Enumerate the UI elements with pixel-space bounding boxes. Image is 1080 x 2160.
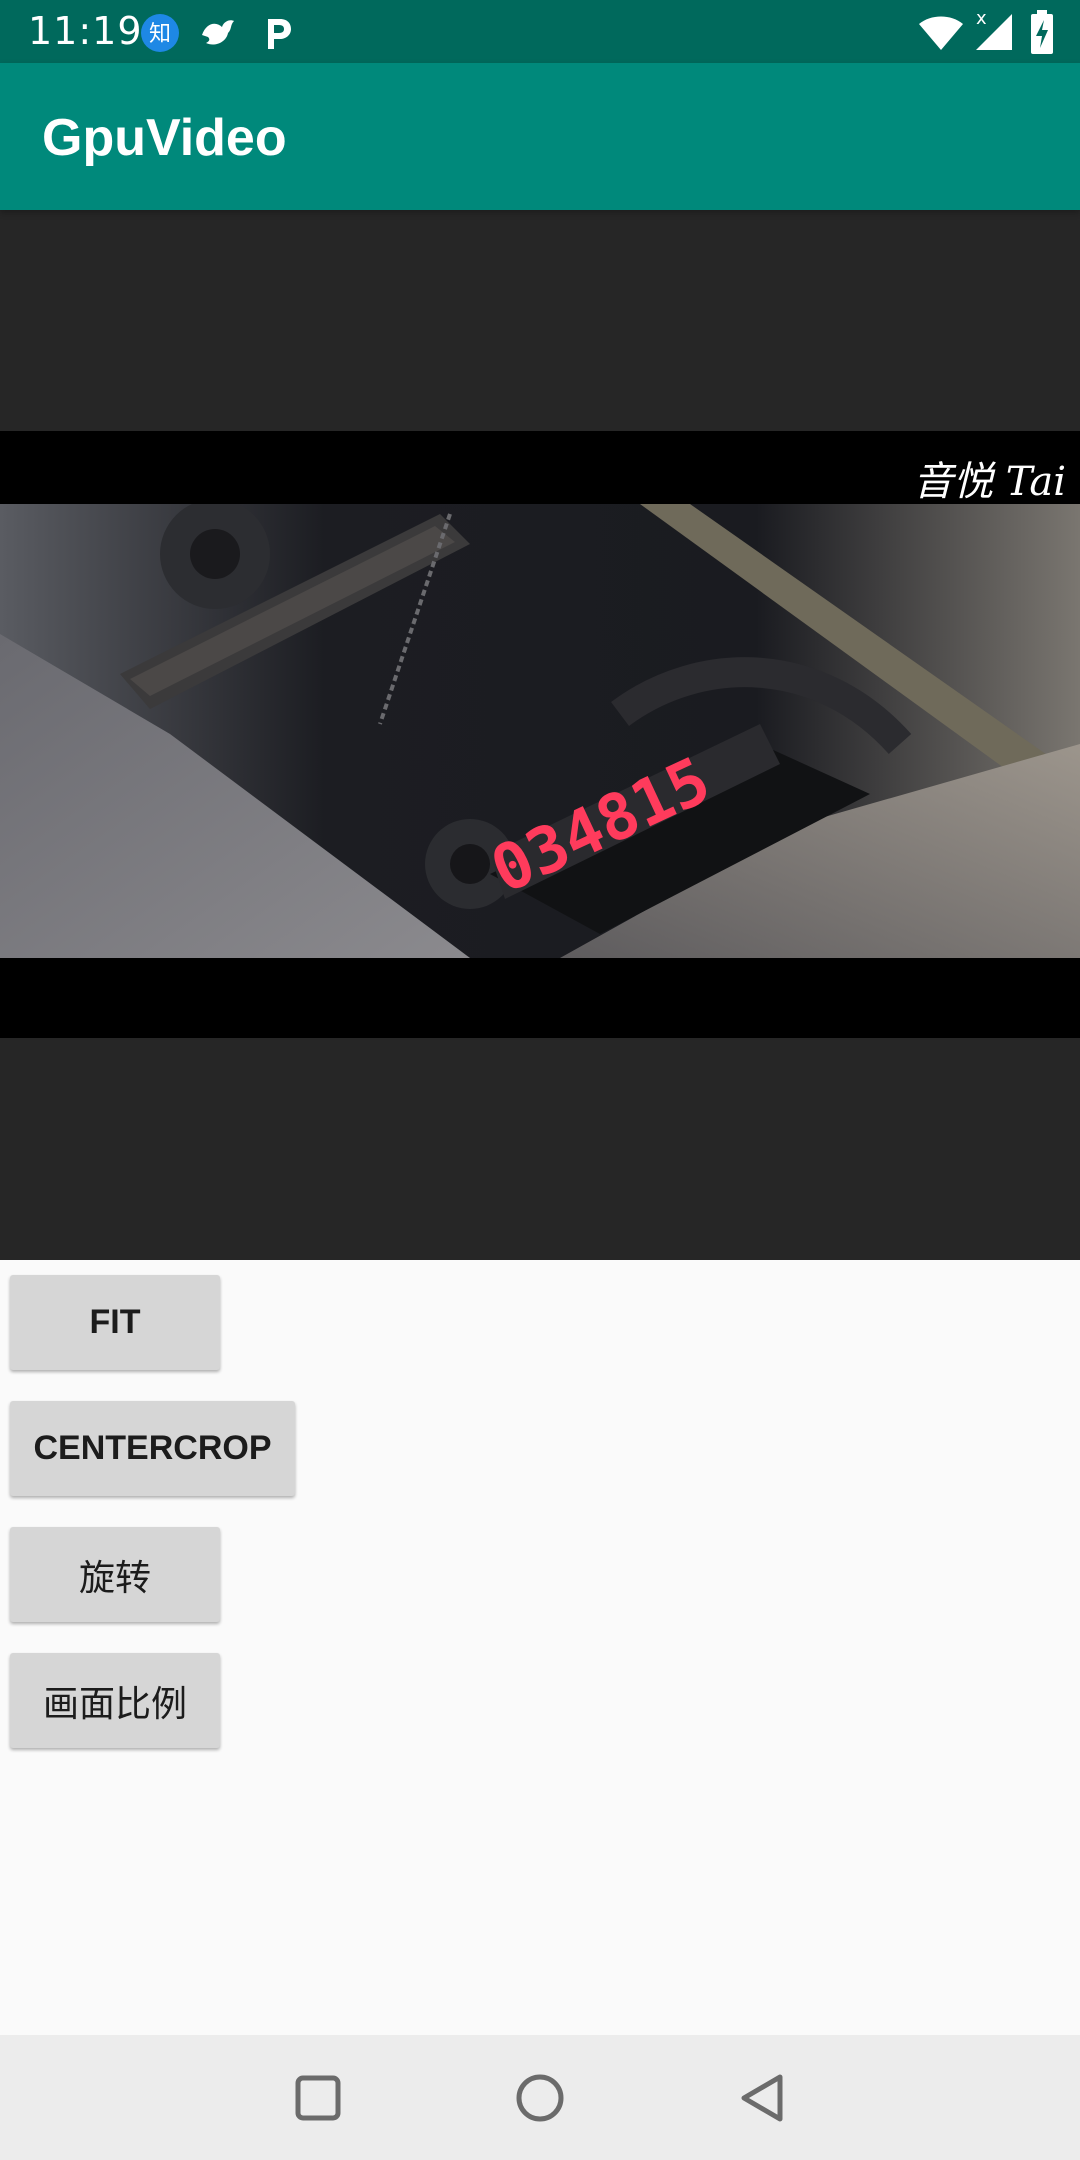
- bird-icon: [198, 13, 236, 51]
- centercrop-button[interactable]: CENTERCROP: [10, 1401, 295, 1496]
- recents-square-icon[interactable]: [285, 2065, 351, 2131]
- status-time: 11:19: [28, 9, 143, 53]
- cell-signal-icon: [974, 12, 1014, 52]
- zhihu-icon: 知: [140, 13, 179, 52]
- wifi-icon: [918, 12, 964, 52]
- app-bar: GpuVideo: [0, 63, 1080, 210]
- video-player[interactable]: 音悦 Tai 034815: [0, 210, 1080, 1260]
- status-bar: 11:19 知 x: [0, 0, 1080, 63]
- video-watermark: 音悦 Tai: [913, 459, 1066, 505]
- navigation-bar: [0, 2035, 1080, 2160]
- video-frame: 音悦 Tai 034815: [0, 431, 1080, 1038]
- zhihu-glyph: 知: [149, 22, 171, 47]
- home-circle-icon[interactable]: [507, 2065, 573, 2131]
- fit-button[interactable]: FIT: [10, 1275, 220, 1370]
- back-triangle-icon[interactable]: [730, 2065, 796, 2131]
- rotate-button[interactable]: 旋转: [10, 1527, 220, 1622]
- parking-p-icon: [258, 13, 296, 51]
- aspect-ratio-button[interactable]: 画面比例: [10, 1653, 220, 1748]
- video-image: 034815: [0, 504, 1080, 958]
- app-title: GpuVideo: [42, 109, 287, 167]
- battery-charging-icon: [1030, 10, 1054, 54]
